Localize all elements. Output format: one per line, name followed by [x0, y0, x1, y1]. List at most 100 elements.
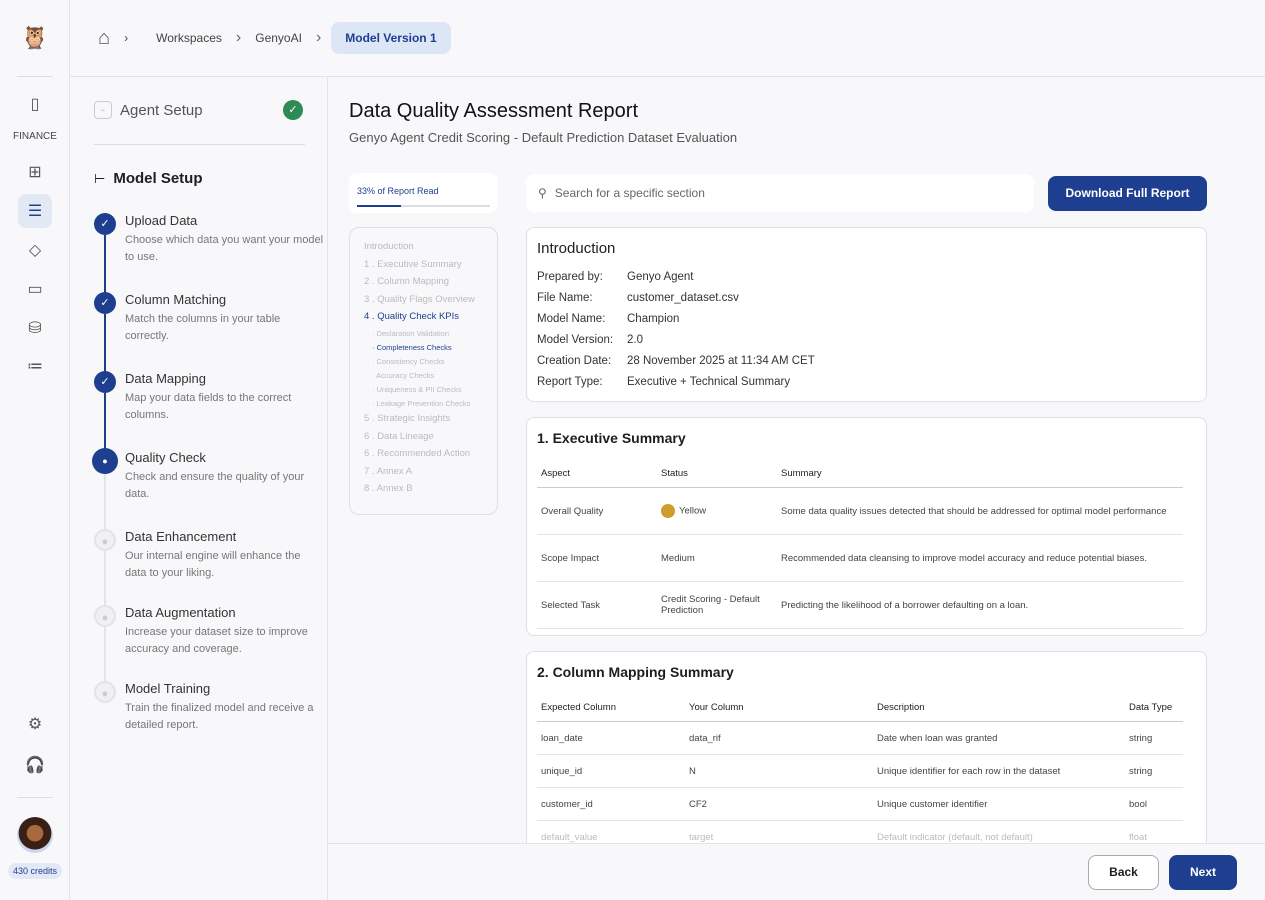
search-icon: ⚲ — [538, 186, 547, 200]
section-title: Introduction — [537, 240, 1196, 257]
step-title: Quality Check — [125, 450, 324, 465]
step-title: Model Training — [125, 681, 324, 696]
search-input[interactable]: ⚲Search for a specific section — [526, 174, 1034, 212]
sidebar-toggle-icon[interactable]: ▯ — [18, 87, 52, 121]
executive-summary-card: 1. Executive Summary AspectStatusSummary… — [526, 417, 1207, 636]
toc-item[interactable]: · Uniqueness & PII Checks — [364, 385, 497, 399]
table-cell: Unique customer identifier — [873, 788, 1125, 821]
field-value: Champion — [627, 313, 679, 334]
table-cell: CF2 — [685, 788, 873, 821]
settings-icon[interactable]: ⚙ — [18, 707, 52, 741]
database-icon[interactable]: ⛁ — [18, 311, 52, 345]
step-item[interactable]: ●Model TrainingTrain the finalized model… — [94, 681, 324, 734]
field-label: Creation Date: — [537, 355, 627, 376]
headset-icon[interactable]: 🎧 — [18, 748, 52, 782]
step-item[interactable]: ●Data EnhancementOur internal engine wil… — [94, 529, 324, 582]
table-cell: string — [1125, 722, 1183, 755]
toc-item[interactable]: 2 . Column Mapping — [364, 276, 497, 294]
intro-row: Model Name:Champion — [537, 313, 1196, 334]
table-row: Overall QualityYellowSome data quality i… — [537, 488, 1183, 535]
table-cell: Recommended data cleansing to improve mo… — [777, 535, 1183, 582]
column-header: Data Type — [1125, 694, 1183, 722]
back-button[interactable]: Back — [1088, 855, 1159, 890]
toc-item[interactable]: · Consistency Checks — [364, 357, 497, 371]
toc-item[interactable]: 6 . Data Lineage — [364, 431, 497, 449]
footer-bar: Back Next — [328, 843, 1265, 900]
column-mapping-card: 2. Column Mapping Summary Expected Colum… — [526, 651, 1207, 843]
toc-item[interactable]: · Declaration Validation — [364, 329, 497, 343]
section-title: 1. Executive Summary — [537, 430, 1196, 446]
list-icon[interactable]: ≔ — [18, 349, 52, 383]
breadcrumb: ⌂ › Workspaces › GenyoAI › Model Version… — [70, 0, 1265, 77]
toc-item[interactable]: 3 . Quality Flags Overview — [364, 294, 497, 312]
column-header: Aspect — [537, 460, 657, 488]
field-value: Genyo Agent — [627, 271, 694, 292]
card-icon[interactable]: ▭ — [18, 272, 52, 306]
table-cell: default_value — [537, 821, 685, 844]
table-row: Scope ImpactMediumRecommended data clean… — [537, 535, 1183, 582]
step-desc: Choose which data you want your model to… — [125, 232, 324, 266]
field-label: Prepared by: — [537, 271, 627, 292]
step-desc: Map your data fields to the correct colu… — [125, 390, 324, 424]
toc-item[interactable]: · Leakage Prevention Checks — [364, 399, 497, 413]
toc-item[interactable]: Introduction — [364, 241, 497, 259]
next-button[interactable]: Next — [1169, 855, 1237, 890]
toc-item[interactable]: · Accuracy Checks — [364, 371, 497, 385]
agent-setup[interactable]: ᵕAgent Setup — [94, 101, 203, 119]
field-label: Report Type: — [537, 376, 627, 397]
step-desc: Increase your dataset size to improve ac… — [125, 624, 324, 658]
table-cell: unique_id — [537, 755, 685, 788]
toc-item[interactable]: 6 . Recommended Action — [364, 448, 497, 466]
download-report-button[interactable]: Download Full Report — [1048, 176, 1207, 211]
column-header: Status — [657, 460, 777, 488]
table-cell: Default indicator (default, not default) — [873, 821, 1125, 844]
table-cell: Some data quality issues detected that s… — [777, 488, 1183, 535]
step-item[interactable]: ●Quality CheckCheck and ensure the quali… — [94, 450, 324, 503]
field-value: Executive + Technical Summary — [627, 376, 790, 397]
step-item[interactable]: ✓Data MappingMap your data fields to the… — [94, 371, 324, 424]
intro-row: File Name:customer_dataset.csv — [537, 292, 1196, 313]
table-header: AspectStatusSummary — [537, 460, 1183, 488]
model-setup-label: Model Setup — [113, 170, 202, 187]
breadcrumb-workspaces[interactable]: Workspaces — [142, 31, 236, 45]
column-header: Description — [873, 694, 1125, 722]
toc-item[interactable]: 5 . Strategic Insights — [364, 413, 497, 431]
model-setup-heading: ⊢ Model Setup — [94, 170, 203, 187]
home-icon[interactable]: ⌂ — [98, 27, 110, 50]
toc-item[interactable]: 1 . Executive Summary — [364, 259, 497, 277]
breadcrumb-current[interactable]: Model Version 1 — [331, 22, 450, 54]
toc-item[interactable]: · Completeness Checks — [364, 343, 497, 357]
step-item[interactable]: ●Data AugmentationIncrease your dataset … — [94, 605, 324, 658]
toc-item[interactable]: 8 . Annex B — [364, 483, 497, 501]
toc-item[interactable]: 4 . Quality Check KPIs — [364, 311, 497, 329]
step-title: Data Enhancement — [125, 529, 324, 544]
table-cell: loan_date — [537, 722, 685, 755]
table-cell: customer_id — [537, 788, 685, 821]
table-cell: bool — [1125, 788, 1183, 821]
grid-icon[interactable]: ⊞ — [18, 155, 52, 189]
avatar[interactable] — [17, 817, 53, 853]
field-value: 2.0 — [627, 334, 643, 355]
step-title: Upload Data — [125, 213, 324, 228]
table-cell: Selected Task — [537, 582, 657, 629]
step-status-icon: ✓ — [94, 292, 116, 314]
intro-row: Model Version:2.0 — [537, 334, 1196, 355]
breadcrumb-genyoai[interactable]: GenyoAI — [241, 31, 316, 45]
table-row: unique_idNUnique identifier for each row… — [537, 755, 1183, 788]
server-icon[interactable]: ☰ — [18, 194, 52, 228]
page-title: Data Quality Assessment Report — [349, 100, 638, 123]
table-row: default_valuetargetDefault indicator (de… — [537, 821, 1183, 844]
tag-icon[interactable]: ◇ — [18, 233, 52, 267]
step-item[interactable]: ✓Upload DataChoose which data you want y… — [94, 213, 324, 266]
step-status-icon: ● — [94, 605, 116, 627]
step-title: Data Mapping — [125, 371, 324, 386]
step-status-icon: ● — [94, 529, 116, 551]
step-item[interactable]: ✓Column MatchingMatch the columns in you… — [94, 292, 324, 345]
toc-item[interactable]: 7 . Annex A — [364, 466, 497, 484]
flow-icon: ⊢ — [94, 171, 105, 187]
check-circle-icon: ✓ — [283, 100, 303, 120]
table-cell: target — [685, 821, 873, 844]
divider — [94, 144, 305, 145]
table-cell: float — [1125, 821, 1183, 844]
progress-label: 33% of Report Read — [357, 186, 439, 196]
